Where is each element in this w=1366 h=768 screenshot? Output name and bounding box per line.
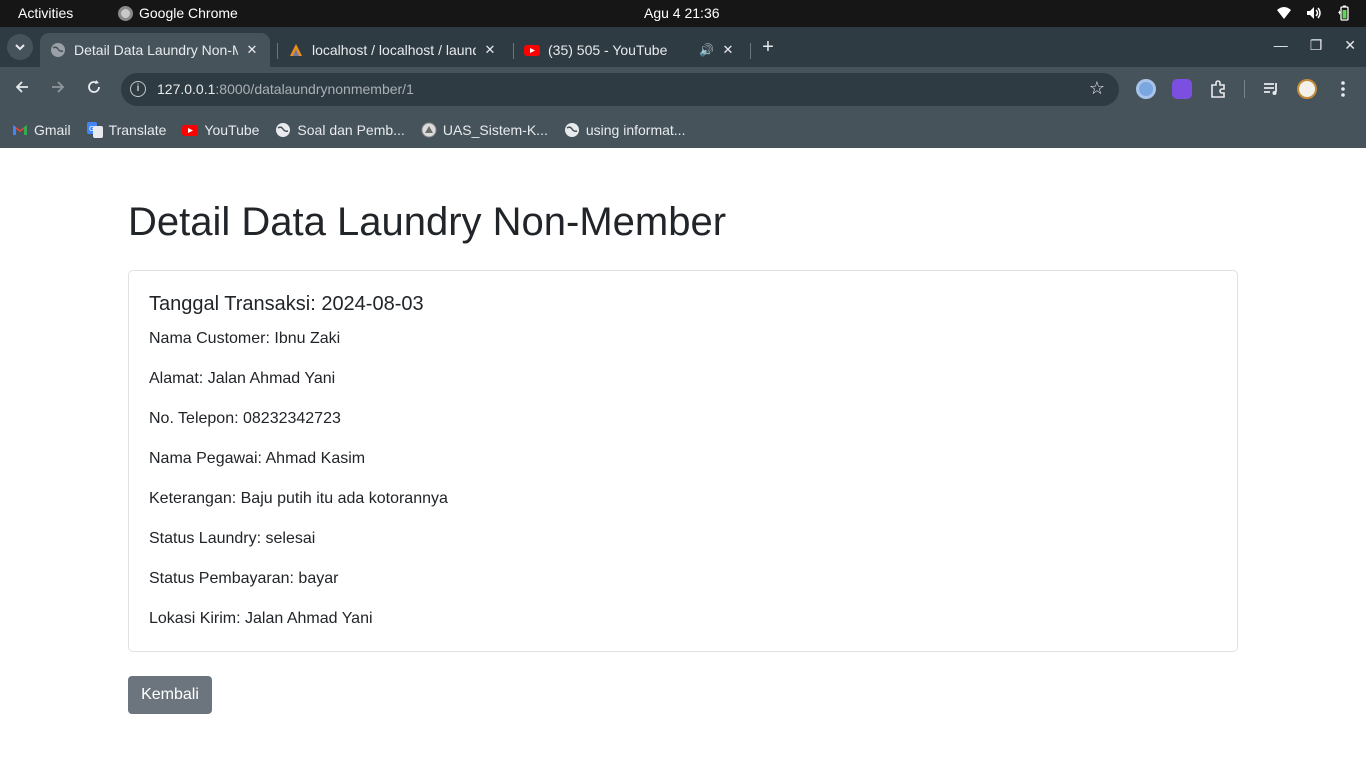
forward-button[interactable] <box>46 78 70 102</box>
chrome-icon <box>118 5 133 21</box>
bookmark-label: Gmail <box>34 122 71 138</box>
profile-avatar[interactable] <box>1297 79 1317 99</box>
field-status-pembayaran: Status Pembayaran: bayar <box>149 570 339 587</box>
tab-title: Detail Data Laundry Non-Member <box>74 42 238 58</box>
seal-icon <box>421 122 437 138</box>
system-top-bar: Activities Google Chrome Agu 4 21:36 <box>0 0 1366 27</box>
tab-detail-laundry[interactable]: Detail Data Laundry Non-Member ✕ <box>40 33 270 67</box>
extension-icon[interactable] <box>1172 79 1192 99</box>
bookmark-label: Soal dan Pemb... <box>297 122 405 138</box>
youtube-icon <box>182 125 199 136</box>
reload-button[interactable] <box>82 78 106 102</box>
bookmark-label: UAS_Sistem-K... <box>442 122 548 138</box>
youtube-icon <box>524 45 540 56</box>
page-title: Detail Data Laundry Non-Member <box>128 200 727 244</box>
close-window-icon[interactable]: ✕ <box>1344 37 1356 54</box>
bookmark-youtube[interactable]: YouTube <box>182 122 259 138</box>
close-tab-icon[interactable]: ✕ <box>244 42 260 58</box>
browser-toolbar: i 127.0.0.1:8000/datalaundrynonmember/1 … <box>0 67 1366 112</box>
system-tray[interactable] <box>1276 5 1352 21</box>
bookmark-label: using informat... <box>585 122 686 138</box>
battery-icon <box>1338 5 1349 21</box>
bookmark-soal[interactable]: Soal dan Pemb... <box>275 122 405 138</box>
tab-youtube[interactable]: (35) 505 - YouTube 🔊 ✕ <box>514 33 746 67</box>
bookmark-uas[interactable]: UAS_Sistem-K... <box>421 122 548 138</box>
gmail-icon <box>13 125 27 135</box>
close-tab-icon[interactable]: ✕ <box>482 42 498 58</box>
field-alamat: Alamat: Jalan Ahmad Yani <box>149 370 336 387</box>
tab-search-button[interactable] <box>7 34 33 60</box>
card-title: Tanggal Transaksi: 2024-08-03 <box>149 293 424 315</box>
globe-icon <box>51 43 65 57</box>
bookmark-gmail[interactable]: Gmail <box>12 122 71 138</box>
field-lokasi-kirim: Lokasi Kirim: Jalan Ahmad Yani <box>149 610 373 627</box>
bookmark-translate[interactable]: G Translate <box>86 122 167 138</box>
clock[interactable]: Agu 4 21:36 <box>644 5 720 21</box>
app-name: Google Chrome <box>139 5 238 21</box>
phpmyadmin-icon <box>290 44 302 56</box>
bookmark-label: Translate <box>108 122 167 138</box>
reload-icon <box>88 80 100 93</box>
wifi-icon <box>1277 7 1291 19</box>
extension-area <box>1136 79 1353 99</box>
address-bar[interactable]: i 127.0.0.1:8000/datalaundrynonmember/1 … <box>121 73 1119 106</box>
window-controls: — ❐ ✕ <box>1274 37 1356 54</box>
field-status-laundry: Status Laundry: selesai <box>149 530 316 547</box>
bookmarks-bar: Gmail G Translate YouTube Soal dan Pemb.… <box>0 112 1366 148</box>
tab-title: (35) 505 - YouTube <box>548 42 668 58</box>
url-path: :8000/datalaundrynonmember/1 <box>215 81 414 97</box>
site-info-icon[interactable]: i <box>130 81 146 97</box>
translate-icon: G <box>86 122 103 138</box>
svg-text:G: G <box>89 125 94 133</box>
field-no-telepon: No. Telepon: 08232342723 <box>149 410 341 427</box>
field-nama-customer: Nama Customer: Ibnu Zaki <box>149 330 341 347</box>
extension-icon[interactable] <box>1136 79 1156 99</box>
tab-strip: Detail Data Laundry Non-Member ✕ localho… <box>0 27 1366 67</box>
globe-icon <box>276 123 291 137</box>
app-menu[interactable]: Google Chrome <box>118 5 238 21</box>
toolbar-divider <box>1244 80 1245 98</box>
minimize-icon[interactable]: — <box>1274 37 1288 54</box>
bookmark-using-informat[interactable]: using informat... <box>564 122 686 138</box>
tab-phpmyadmin[interactable]: localhost / localhost / laundry ✕ <box>278 33 508 67</box>
arrow-right-icon <box>52 81 65 93</box>
chevron-down-icon <box>15 44 25 51</box>
speaker-icon[interactable]: 🔊 <box>699 43 714 57</box>
detail-card: Tanggal Transaksi: 2024-08-03 Nama Custo… <box>128 270 1238 652</box>
url-text[interactable]: 127.0.0.1:8000/datalaundrynonmember/1 <box>157 81 414 97</box>
restore-icon[interactable]: ❐ <box>1310 37 1323 54</box>
field-nama-pegawai: Nama Pegawai: Ahmad Kasim <box>149 450 366 467</box>
activities-button[interactable]: Activities <box>18 5 73 21</box>
close-tab-icon[interactable]: ✕ <box>720 42 736 58</box>
bookmark-label: YouTube <box>204 122 260 138</box>
back-button-kembali[interactable]: Kembali <box>128 676 212 714</box>
url-host: 127.0.0.1 <box>157 81 216 97</box>
tab-divider <box>750 43 751 59</box>
tab-title: localhost / localhost / laundry <box>312 42 476 58</box>
field-keterangan: Keterangan: Baju putih itu ada kotoranny… <box>149 490 448 507</box>
media-control-icon[interactable] <box>1261 79 1281 99</box>
globe-icon <box>564 123 579 137</box>
volume-icon <box>1307 7 1321 19</box>
puzzle-icon[interactable] <box>1208 79 1228 99</box>
page-content: Detail Data Laundry Non-Member Tanggal T… <box>0 148 1366 768</box>
arrow-left-icon <box>15 81 28 93</box>
new-tab-button[interactable]: + <box>757 37 779 59</box>
back-button[interactable] <box>10 78 34 102</box>
bookmark-star-icon[interactable]: ☆ <box>1089 78 1105 99</box>
kebab-menu-icon[interactable] <box>1333 79 1353 99</box>
